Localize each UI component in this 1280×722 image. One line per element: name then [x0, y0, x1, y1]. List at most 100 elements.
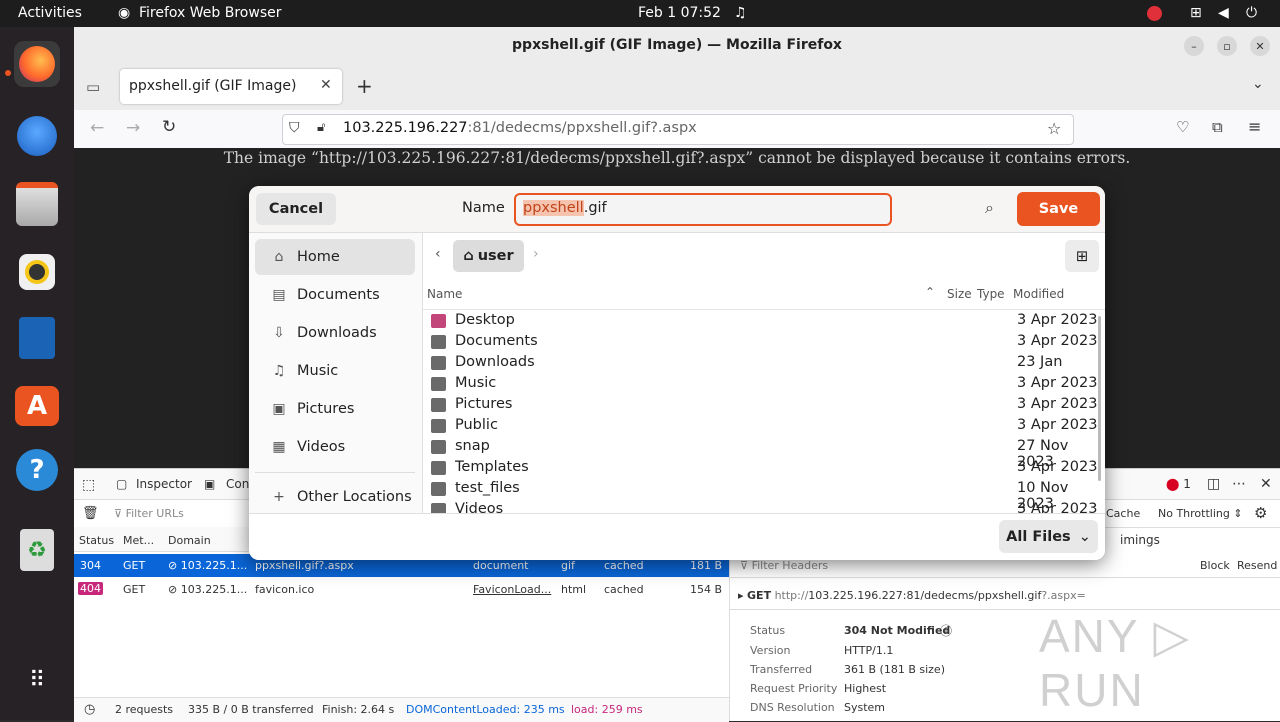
folder-icon — [431, 461, 446, 475]
app-center-icon[interactable]: A — [14, 383, 60, 429]
list-item[interactable]: Downloads 23 Jan — [425, 353, 1099, 374]
filter-urls-input[interactable]: ⊽ Filter URLs — [114, 507, 184, 520]
back-icon[interactable]: ← — [90, 118, 104, 138]
rhythmbox-icon[interactable] — [14, 249, 60, 295]
inspector-icon: ▢ — [116, 477, 128, 491]
path-back-icon[interactable]: ‹ — [435, 246, 441, 262]
close-tab-icon[interactable]: ✕ — [320, 77, 332, 93]
network-icon[interactable]: ⊞ — [1190, 5, 1202, 21]
extensions-icon[interactable]: ⧉ — [1212, 118, 1223, 136]
chevron-down-icon: ⌄ — [1078, 528, 1091, 545]
col-type[interactable]: Type — [977, 287, 1005, 301]
col-name[interactable]: Name — [427, 287, 462, 301]
col-modified[interactable]: Modified — [1013, 287, 1064, 301]
recording-icon[interactable] — [1147, 6, 1162, 21]
col-domain[interactable]: Domain — [168, 534, 211, 547]
close-window-button[interactable]: ✕ — [1250, 36, 1270, 56]
block-button[interactable]: Block — [1200, 559, 1230, 572]
console-icon: ▣ — [204, 477, 216, 491]
list-item[interactable]: Public 3 Apr 2023 — [425, 416, 1099, 437]
nav-bar: ← → ↻ ⛉ 🔓︎ 103.225.196.227:81/dedecms/pp… — [74, 110, 1280, 149]
tab-label: ppxshell.gif (GIF Image) — [129, 78, 297, 94]
cancel-button[interactable]: Cancel — [256, 193, 336, 225]
file-list: Desktop 3 Apr 2023 Documents 3 Apr 2023 Down… — [249, 311, 1105, 513]
new-tab-icon[interactable]: + — [356, 74, 373, 98]
error-count[interactable]: ⬤ 1 — [1166, 477, 1191, 491]
menu-icon[interactable]: ≡ — [1248, 117, 1261, 136]
files-icon[interactable] — [14, 181, 60, 227]
list-item[interactable]: Documents 3 Apr 2023 — [425, 332, 1099, 353]
transferred-total: 335 B / 0 B transferred — [188, 703, 314, 716]
list-item[interactable]: Music 3 Apr 2023 — [425, 374, 1099, 395]
new-folder-icon[interactable]: ⊞ — [1065, 240, 1099, 272]
path-forward-icon[interactable]: › — [533, 246, 539, 262]
disable-cache-label[interactable]: Cache — [1106, 507, 1140, 520]
filename-input[interactable]: ppxshell.gif — [514, 193, 892, 226]
documents-icon: ▤ — [272, 287, 286, 303]
maximize-button[interactable]: ▫ — [1217, 36, 1237, 56]
resend-button[interactable]: Resend — [1237, 559, 1277, 572]
list-item[interactable]: Videos 3 Apr 2023 — [425, 500, 1099, 513]
url-bar[interactable]: ⛉ 🔓︎ 103.225.196.227:81/dedecms/ppxshell… — [282, 114, 1074, 145]
forward-icon[interactable]: → — [126, 118, 140, 138]
sidebar-item-home[interactable]: ⌂ Home — [255, 239, 415, 275]
shield-icon[interactable]: ⛉ — [289, 120, 300, 136]
app-menu[interactable]: Firefox Web Browser — [139, 5, 282, 21]
list-item[interactable]: Desktop 3 Apr 2023 — [425, 311, 1099, 332]
sidebar-item-documents[interactable]: ▤ Documents — [255, 277, 415, 313]
list-item[interactable]: test_files 10 Nov 2023 — [425, 479, 1099, 512]
minimize-button[interactable]: – — [1184, 36, 1204, 56]
close-devtools-icon[interactable]: ✕ — [1260, 476, 1272, 492]
list-item[interactable]: snap 27 Nov 2023 — [425, 437, 1099, 470]
tab-overview-icon[interactable]: ▭ — [86, 78, 100, 96]
bell-icon: ♫ — [734, 5, 747, 21]
help-circle-icon[interactable]: ⓘ — [940, 622, 952, 639]
list-item[interactable]: Templates 3 Apr 2023 — [425, 458, 1099, 479]
help-icon[interactable]: ? — [14, 447, 60, 493]
pocket-icon[interactable]: ♡ — [1176, 118, 1189, 136]
volume-icon[interactable]: ◀ — [1218, 5, 1229, 21]
bookmark-star-icon[interactable]: ☆ — [1047, 119, 1061, 138]
firefox-icon[interactable] — [14, 41, 60, 87]
libreoffice-writer-icon[interactable] — [14, 315, 60, 361]
request-count: 2 requests — [115, 703, 174, 716]
tab-inspector[interactable]: Inspector — [136, 477, 192, 491]
window-titlebar: ppxshell.gif (GIF Image) — Mozilla Firef… — [74, 27, 1280, 65]
tab-active[interactable]: ppxshell.gif (GIF Image) ✕ — [120, 69, 342, 104]
timings-tab[interactable]: imings — [1120, 533, 1160, 547]
throttling-select[interactable]: No Throttling ⇕ — [1158, 507, 1243, 520]
dock-side-icon[interactable]: ◫ — [1207, 476, 1220, 492]
table-row[interactable]: 404 GET ⊘ 103.225.1... favicon.ico Favic… — [74, 578, 729, 601]
pick-element-icon[interactable]: ⬚ — [82, 477, 95, 493]
filter-headers-input[interactable]: ⊽ Filter Headers — [740, 559, 828, 572]
col-size[interactable]: Size — [947, 287, 972, 301]
col-method[interactable]: Met... — [123, 534, 154, 547]
scrollbar[interactable] — [1098, 316, 1101, 481]
status-value: 304 Not Modified — [844, 624, 951, 637]
settings-gear-icon[interactable]: ⚙ — [1254, 504, 1267, 522]
col-status[interactable]: Status — [79, 534, 114, 547]
more-options-icon[interactable]: ⋯ — [1232, 476, 1246, 492]
home-icon: ⌂ — [463, 248, 474, 264]
thunderbird-icon[interactable] — [14, 113, 60, 159]
folder-icon — [431, 377, 446, 391]
clock[interactable]: Feb 1 07:52 — [638, 5, 721, 21]
path-button-user[interactable]: ⌂ user — [453, 240, 524, 272]
name-label: Name — [462, 200, 505, 216]
show-apps-icon[interactable]: ⠿ — [14, 657, 60, 703]
save-button[interactable]: Save — [1017, 192, 1100, 226]
url-text[interactable]: 103.225.196.227:81/dedecms/ppxshell.gif?… — [343, 120, 697, 136]
trash-icon[interactable]: ♻ — [14, 527, 60, 573]
search-icon[interactable]: ⌕ — [985, 198, 994, 218]
reload-icon[interactable]: ↻ — [162, 117, 176, 137]
power-icon[interactable]: ⏻ — [1246, 5, 1257, 21]
clear-icon[interactable]: 🗑︎ — [82, 506, 99, 521]
list-item[interactable]: Pictures 3 Apr 2023 — [425, 395, 1099, 416]
list-tabs-icon[interactable]: ⌄ — [1252, 76, 1264, 92]
file-type-filter[interactable]: All Files ⌄ — [999, 520, 1098, 553]
folder-icon — [431, 398, 446, 412]
insecure-lock-icon[interactable]: 🔓︎ — [317, 120, 325, 135]
top-bar: Activities ◉ Firefox Web Browser Feb 1 0… — [0, 0, 1280, 27]
activities-button[interactable]: Activities — [18, 5, 82, 21]
folder-icon — [431, 335, 446, 349]
